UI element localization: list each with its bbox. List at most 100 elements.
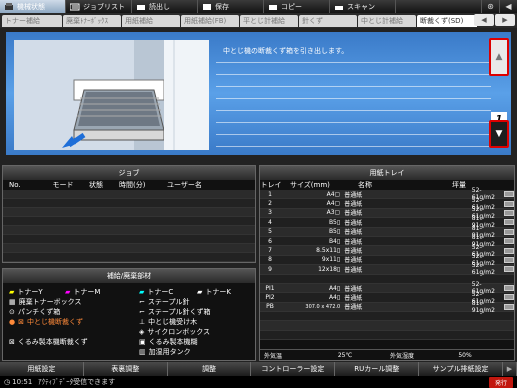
sample-output-button[interactable]: サンプル排紙設定	[419, 362, 503, 376]
tab-retrieve[interactable]: 読出し	[132, 0, 198, 13]
consumable-staple: ⌐ ステープル針	[139, 298, 190, 306]
guidance-message: 中とじ機の断裁くず箱を引き出します。	[223, 47, 349, 55]
subtab-flat-staple[interactable]: 平とじ計補給	[240, 15, 298, 27]
paper-level-icon	[503, 200, 514, 207]
adjust-button[interactable]: 調整	[168, 362, 252, 376]
tab-machine-status[interactable]: 機械状態	[0, 0, 66, 13]
paper-level-icon	[503, 256, 514, 263]
scroll-up-button[interactable]: ▲	[489, 38, 509, 76]
subtab-paper-fb[interactable]: 用紙補給(FB)	[181, 15, 239, 27]
consumable-toner-m: ▰ トナーM	[65, 288, 101, 296]
copy-icon	[269, 4, 277, 10]
tab-label: コピー	[281, 2, 302, 11]
job-list[interactable]	[3, 190, 255, 262]
consumables-panel: 補給/廃棄部材 ▰ トナーY ▰ トナーM ▰ トナーC ▰ トナーK ▦ 廃棄トナーボッ…	[2, 268, 256, 361]
tab-label: 読出し	[149, 2, 170, 11]
drawer-illustration	[14, 40, 209, 150]
paper-level-icon	[503, 191, 514, 198]
consumable-toner-k: ▰ トナーK	[197, 288, 231, 296]
scroll-down-button[interactable]: ▼	[489, 120, 509, 148]
machine-status-screen: 機械状態 ジョブリスト 読出し 保存 コピー スキャン ⊛ ◀ トナー補給 廃棄	[0, 0, 517, 388]
toner-y-icon: ▰	[9, 288, 15, 296]
paper-level-icon	[503, 209, 514, 216]
toner-c-icon: ▰	[139, 288, 145, 296]
next-arrow-icon[interactable]: ▶	[503, 362, 517, 376]
cyclone-icon: ◈	[139, 328, 145, 336]
staple-waste-icon: ⌐	[139, 308, 145, 316]
tab-label: 機械状態	[17, 2, 45, 11]
controller-setting-button[interactable]: コントローラー設定	[251, 362, 336, 376]
paper-tray-panel: 用紙トレイ トレイ サイズ(mm) 名称 坪量 1 A4▢ 普通紙 52-61g/m2…	[259, 165, 515, 361]
subtab-prev-arrow[interactable]: ◀	[474, 14, 494, 26]
trim-icon: ⊠	[18, 318, 24, 326]
printer-icon	[5, 2, 13, 10]
job-column-header: No. モード 状態 時間(分) ユーザー名	[9, 181, 202, 189]
retrieve-icon	[137, 4, 145, 10]
board-icon: ⊥	[139, 318, 146, 326]
status-time: 10:51	[12, 378, 33, 386]
paper-level-icon	[503, 247, 514, 254]
punch-icon: ⊙	[9, 308, 15, 316]
scan-icon	[335, 5, 343, 10]
waste-box-icon: ▦	[9, 298, 16, 306]
tab-scan[interactable]: スキャン	[330, 0, 396, 13]
tray-panel-title: 用紙トレイ	[260, 166, 514, 180]
tab-label: 保存	[215, 2, 229, 11]
tray-row[interactable]: PB 307.0 x 472.0 普通紙 81-91g/m2	[260, 300, 514, 314]
outside-humidity: 50%	[458, 351, 472, 359]
job-list-icon	[70, 3, 80, 10]
paper-level-icon	[503, 294, 514, 301]
tank-icon: ▥	[139, 348, 146, 356]
subtab-toner[interactable]: トナー補給	[2, 15, 62, 27]
paper-setting-button[interactable]: 用紙設定	[0, 362, 84, 376]
consumable-binder-glue: ▣ くるみ製本機糊	[139, 338, 198, 346]
network-icon[interactable]: ⊛	[481, 0, 499, 13]
toner-m-icon: ▰	[65, 288, 71, 296]
consumable-toner-c: ▰ トナーC	[139, 288, 174, 296]
subtab-staple-waste[interactable]: 針くず	[299, 15, 357, 27]
job-panel-title: ジョブ	[3, 166, 255, 180]
volume-icon[interactable]: ◀	[499, 0, 517, 13]
tray-row[interactable]: 9 12x18▯ 普通紙 52-61g/m2	[260, 262, 514, 276]
status-badge[interactable]: 発行	[488, 376, 513, 388]
bottom-button-bar: 用紙設定 表裏調整 調整 コントローラー設定 RUカール調整 サンプル排紙設定 …	[0, 362, 517, 376]
warning-dot-icon: ●	[9, 318, 16, 326]
paper-level-icon	[503, 238, 514, 245]
consumable-cyclone-box: ◈ サイクロンボックス	[139, 328, 211, 336]
consumable-punch-waste: ⊙ パンチくず箱	[9, 308, 61, 316]
subtab-next-arrow[interactable]: ▶	[495, 14, 515, 26]
consumable-trim-waste: ● ⊠ 中とじ機断裁くず	[9, 318, 83, 326]
consumable-staple-waste: ⌐ ステープル針くず箱	[139, 308, 211, 316]
staple-icon: ⌐	[139, 298, 145, 306]
tab-label: ジョブリスト	[83, 2, 125, 11]
subtab-waste-toner[interactable]: 廃棄ﾄﾅｰﾎﾞｯｸｽ	[63, 15, 121, 27]
paper-level-icon	[503, 228, 514, 235]
consumables-title: 補給/廃棄部材	[3, 269, 255, 283]
environment-readout: 外気温 25℃ 外気湿度 50%	[260, 349, 514, 360]
sub-tab-bar: トナー補給 廃棄ﾄﾅｰﾎﾞｯｸｽ 用紙補給 用紙補給(FB) 平とじ計補給 針く…	[0, 13, 517, 28]
consumable-waste-toner: ▦ 廃棄トナーボックス	[9, 298, 82, 306]
subtab-paper[interactable]: 用紙補給	[122, 15, 180, 27]
tab-label: スキャン	[347, 2, 375, 11]
tab-save[interactable]: 保存	[198, 0, 264, 13]
clock-icon: ◷	[4, 378, 11, 386]
consumable-toner-y: ▰ トナーY	[9, 288, 43, 296]
tab-copy[interactable]: コピー	[264, 0, 330, 13]
ru-curl-adjust-button[interactable]: RUカール調整	[335, 362, 420, 376]
job-panel: ジョブ No. モード 状態 時間(分) ユーザー名	[2, 165, 256, 263]
subtab-trim-waste[interactable]: 断裁くず(SD)	[417, 15, 477, 27]
subtab-saddle-staple[interactable]: 中とじ計補給	[358, 15, 416, 27]
status-message: ｱｸﾃｨﾌﾞﾃﾞｰﾀ受信できます	[38, 378, 116, 386]
consumable-binder-trim: ⊠ くるみ製本機断裁くず	[9, 338, 88, 346]
glue-icon: ▣	[139, 338, 146, 346]
consumable-humidifier-tank: ▥ 加湿用タンク	[139, 348, 191, 356]
tray-list[interactable]: 1 A4▢ 普通紙 52-61g/m2 2 A4▢ 普通紙 52-61g/m2 3 A3▢ 普通…	[260, 187, 514, 341]
outside-temperature: 25℃	[337, 351, 353, 359]
paper-level-icon	[503, 285, 514, 292]
paper-level-icon	[503, 219, 514, 226]
paper-level-icon	[503, 266, 514, 273]
save-icon	[203, 3, 211, 10]
status-bar: ◷ 10:51 ｱｸﾃｨﾌﾞﾃﾞｰﾀ受信できます 発行	[0, 376, 517, 388]
duplex-adjust-button[interactable]: 表裏調整	[84, 362, 168, 376]
tab-job-list[interactable]: ジョブリスト	[66, 0, 132, 13]
